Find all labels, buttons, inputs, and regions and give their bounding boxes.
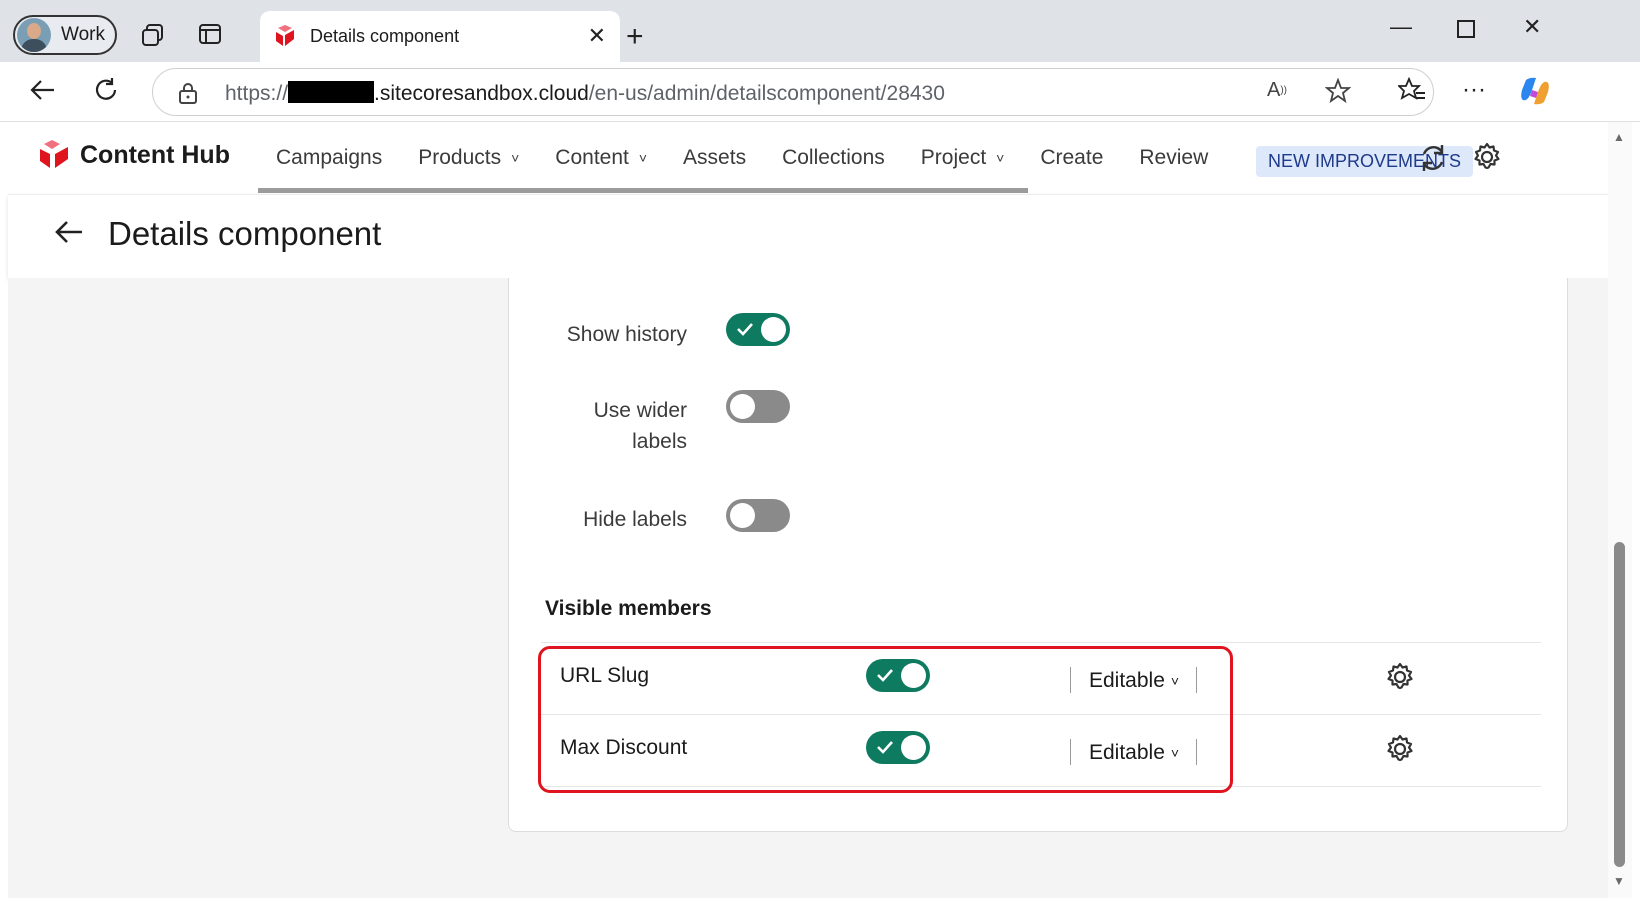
more-options-icon[interactable]: ···	[1462, 76, 1486, 104]
page-scrollbar[interactable]: ▲ ▼	[1608, 122, 1632, 898]
chevron-down-icon: ˅	[638, 150, 648, 166]
brand-name: Content Hub	[80, 140, 230, 169]
nav-products-label: Products	[418, 146, 502, 169]
nav-project[interactable]: Project ˅	[903, 122, 1023, 194]
nav-create-label: Create	[1040, 146, 1104, 169]
tab-title: Details component	[310, 26, 460, 46]
nav-collections-label: Collections	[782, 146, 885, 169]
nav-products[interactable]: Products ˅	[400, 122, 537, 194]
scroll-down-icon[interactable]: ▼	[1613, 874, 1625, 888]
profile-button[interactable]: Work	[13, 15, 117, 55]
url-slug-settings-gear-icon[interactable]	[1385, 662, 1415, 697]
show-history-label: Show history	[566, 323, 687, 346]
app-header: Content Hub Campaigns Products ˅ Content ˅…	[8, 122, 1608, 194]
redacted-block	[288, 81, 375, 103]
use-wider-labels-toggle[interactable]	[726, 390, 790, 423]
tab-actions-icon[interactable]	[198, 22, 222, 46]
tab-close-icon[interactable]: ✕	[588, 23, 606, 49]
scroll-up-icon[interactable]: ▲	[1613, 130, 1625, 144]
browser-titlebar: Work Details component ✕ + — ✕	[0, 0, 1640, 62]
checkmark-icon	[737, 323, 753, 336]
row-divider	[541, 642, 1541, 643]
page-back-icon[interactable]	[54, 219, 84, 250]
favorites-icon[interactable]	[1398, 77, 1426, 103]
address-bar-row: https:// .sitecoresandbox.cloud/en-us/adm…	[0, 62, 1640, 122]
nav-review[interactable]: Review	[1121, 122, 1226, 194]
chevron-down-icon: ˅	[511, 150, 520, 166]
sync-icon[interactable]	[1418, 142, 1448, 179]
nav-campaigns[interactable]: Campaigns	[258, 122, 400, 194]
profile-label: Work	[61, 24, 105, 45]
brand-logo[interactable]: Content Hub	[38, 140, 230, 170]
lock-icon[interactable]	[177, 81, 199, 110]
nav-scroll-indicator	[258, 188, 1028, 193]
maximize-icon[interactable]	[1457, 18, 1475, 44]
url-path: /en-us/admin/detailscomponent/28430	[588, 82, 945, 105]
hide-labels-toggle[interactable]	[726, 499, 790, 532]
favorite-star-icon[interactable]	[1325, 78, 1351, 104]
use-wider-labels-line1: Use wider	[593, 399, 687, 422]
read-aloud-icon[interactable]: A))	[1267, 79, 1287, 102]
url-text: https:// .sitecoresandbox.cloud/en-us/adm…	[225, 81, 945, 106]
nav-create[interactable]: Create	[1022, 122, 1121, 194]
toggle-knob	[730, 394, 755, 419]
page-title: Details component	[108, 215, 382, 252]
page-header: Details component	[8, 194, 1608, 278]
nav-assets[interactable]: Assets	[665, 122, 764, 194]
window-close-icon[interactable]: ✕	[1523, 14, 1541, 40]
nav-campaigns-label: Campaigns	[276, 146, 383, 169]
toggle-knob	[761, 317, 786, 342]
nav-content-label: Content	[555, 146, 629, 169]
max-discount-settings-gear-icon[interactable]	[1385, 734, 1415, 769]
settings-gear-icon[interactable]	[1472, 142, 1502, 177]
nav-collections[interactable]: Collections	[764, 122, 903, 194]
nav-content[interactable]: Content ˅	[537, 122, 665, 194]
url-input[interactable]: https:// .sitecoresandbox.cloud/en-us/adm…	[152, 68, 1434, 116]
main-nav: Campaigns Products ˅ Content ˅ Assets Coll…	[258, 122, 1226, 194]
minimize-icon[interactable]: —	[1390, 14, 1412, 40]
workspaces-icon[interactable]	[140, 22, 166, 48]
url-prefix: https://	[225, 82, 289, 105]
show-history-toggle[interactable]	[726, 313, 790, 346]
highlight-annotation	[538, 646, 1233, 793]
url-domain: .sitecoresandbox.cloud	[374, 82, 589, 105]
nav-review-label: Review	[1139, 146, 1209, 169]
browser-tab-active[interactable]: Details component ✕	[260, 11, 620, 62]
new-tab-icon[interactable]: +	[626, 20, 644, 54]
profile-avatar	[17, 18, 51, 52]
content-hub-logo-icon	[40, 140, 68, 168]
hide-labels-label: Hide labels	[583, 508, 687, 531]
use-wider-labels-label: Use wider labels	[487, 395, 687, 457]
nav-project-label: Project	[920, 146, 987, 169]
use-wider-labels-line2: labels	[632, 430, 687, 453]
nav-assets-label: Assets	[683, 146, 747, 169]
refresh-icon[interactable]	[92, 76, 120, 104]
content-hub-favicon-icon	[276, 24, 294, 46]
toggle-knob	[730, 503, 755, 528]
scrollbar-thumb[interactable]	[1614, 542, 1625, 867]
back-icon[interactable]	[28, 76, 56, 104]
copilot-icon[interactable]	[1518, 74, 1552, 108]
chevron-down-icon: ˅	[996, 150, 1005, 166]
visible-members-title: Visible members	[545, 597, 712, 620]
